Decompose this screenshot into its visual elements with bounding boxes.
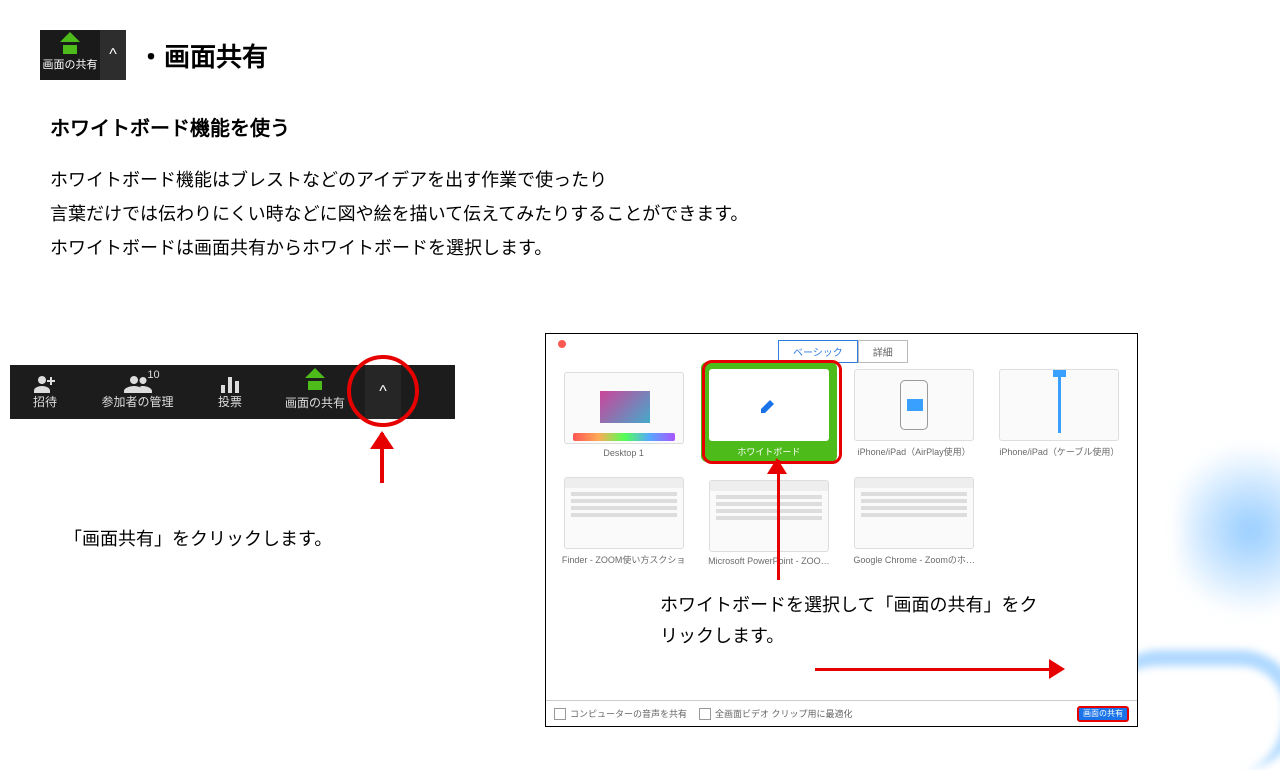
- tile-ppt-label: Microsoft PowerPoint - ZOO…: [708, 556, 830, 566]
- tab-basic[interactable]: ベーシック: [778, 340, 858, 363]
- whiteboard-thumb-icon: [709, 369, 829, 441]
- tile-airplay[interactable]: iPhone/iPad（AirPlay使用）: [847, 362, 982, 462]
- tile-chrome[interactable]: Google Chrome - Zoomのホ…: [847, 470, 982, 570]
- cable-thumb-icon: [999, 369, 1119, 441]
- checkbox-share-audio[interactable]: [554, 708, 566, 720]
- toolbar-participants-button[interactable]: 10 参加者の管理: [80, 365, 195, 419]
- share-up-arrow-icon: [304, 374, 326, 390]
- toolbar-participants-label: 参加者の管理: [101, 393, 173, 410]
- toolbar-poll-label: 投票: [218, 393, 242, 410]
- share-screen-pill: 画面の共有 ^: [40, 30, 126, 80]
- tile-finder[interactable]: Finder - ZOOM使い方スクショ: [556, 470, 691, 570]
- tile-desktop-label: Desktop 1: [603, 448, 644, 458]
- share-up-arrow-icon: [59, 38, 81, 54]
- tile-desktop[interactable]: Desktop 1: [556, 362, 691, 462]
- tile-airplay-label: iPhone/iPad（AirPlay使用）: [858, 445, 971, 458]
- body-paragraph: ホワイトボード機能はブレストなどのアイデアを出す作業で使ったり 言葉だけでは伝わ…: [50, 163, 850, 266]
- toolbar-poll-button[interactable]: 投票: [195, 365, 265, 419]
- tile-cable-label: iPhone/iPad（ケーブル使用）: [999, 445, 1119, 458]
- checkbox-share-audio-label: コンピューターの音声を共有: [570, 707, 687, 720]
- toolbar-share-button[interactable]: 画面の共有: [265, 365, 365, 419]
- checkbox-optimize-video[interactable]: [699, 708, 711, 720]
- share-confirm-button[interactable]: 画面の共有: [1077, 706, 1129, 722]
- toolbar-invite-label: 招待: [33, 393, 57, 410]
- section-subtitle: ホワイトボード機能を使う: [50, 112, 1280, 141]
- page-title: ・画面共有: [138, 37, 268, 74]
- tile-cable[interactable]: iPhone/iPad（ケーブル使用）: [992, 362, 1127, 462]
- tile-chrome-label: Google Chrome - Zoomのホ…: [853, 553, 975, 566]
- chrome-thumb-icon: [854, 477, 974, 549]
- tile-powerpoint[interactable]: Microsoft PowerPoint - ZOO…: [701, 470, 836, 570]
- airplay-thumb-icon: [854, 369, 974, 441]
- tile-whiteboard[interactable]: ホワイトボード: [701, 362, 836, 462]
- desktop-thumb-icon: [564, 372, 684, 444]
- checkbox-optimize-video-label: 全画面ビデオ クリップ用に最適化: [715, 707, 853, 720]
- tile-finder-label: Finder - ZOOM使い方スクショ: [562, 553, 686, 566]
- caption-step2: ホワイトボードを選択して「画面の共有」をクリックします。: [660, 590, 1040, 651]
- bar-chart-icon: [221, 375, 239, 393]
- toolbar-share-label: 画面の共有: [285, 394, 345, 411]
- finder-thumb-icon: [564, 477, 684, 549]
- participants-count-badge: 10: [147, 369, 159, 381]
- invite-icon: [34, 375, 56, 393]
- ppt-thumb-icon: [709, 480, 829, 552]
- toolbar-invite-button[interactable]: 招待: [10, 365, 80, 419]
- tile-whiteboard-label: ホワイトボード: [737, 445, 800, 458]
- share-pill-label: 画面の共有: [43, 56, 98, 72]
- window-close-dot-icon[interactable]: [558, 340, 566, 348]
- caption-step1: 「画面共有」をクリックします。: [64, 525, 332, 551]
- tab-advanced[interactable]: 詳細: [858, 340, 908, 363]
- share-pill-caret-icon: ^: [100, 30, 126, 80]
- toolbar-share-caret-icon[interactable]: ^: [365, 365, 401, 419]
- zoom-toolbar: 招待 10 参加者の管理 投票 画面の共有 ^: [10, 365, 455, 419]
